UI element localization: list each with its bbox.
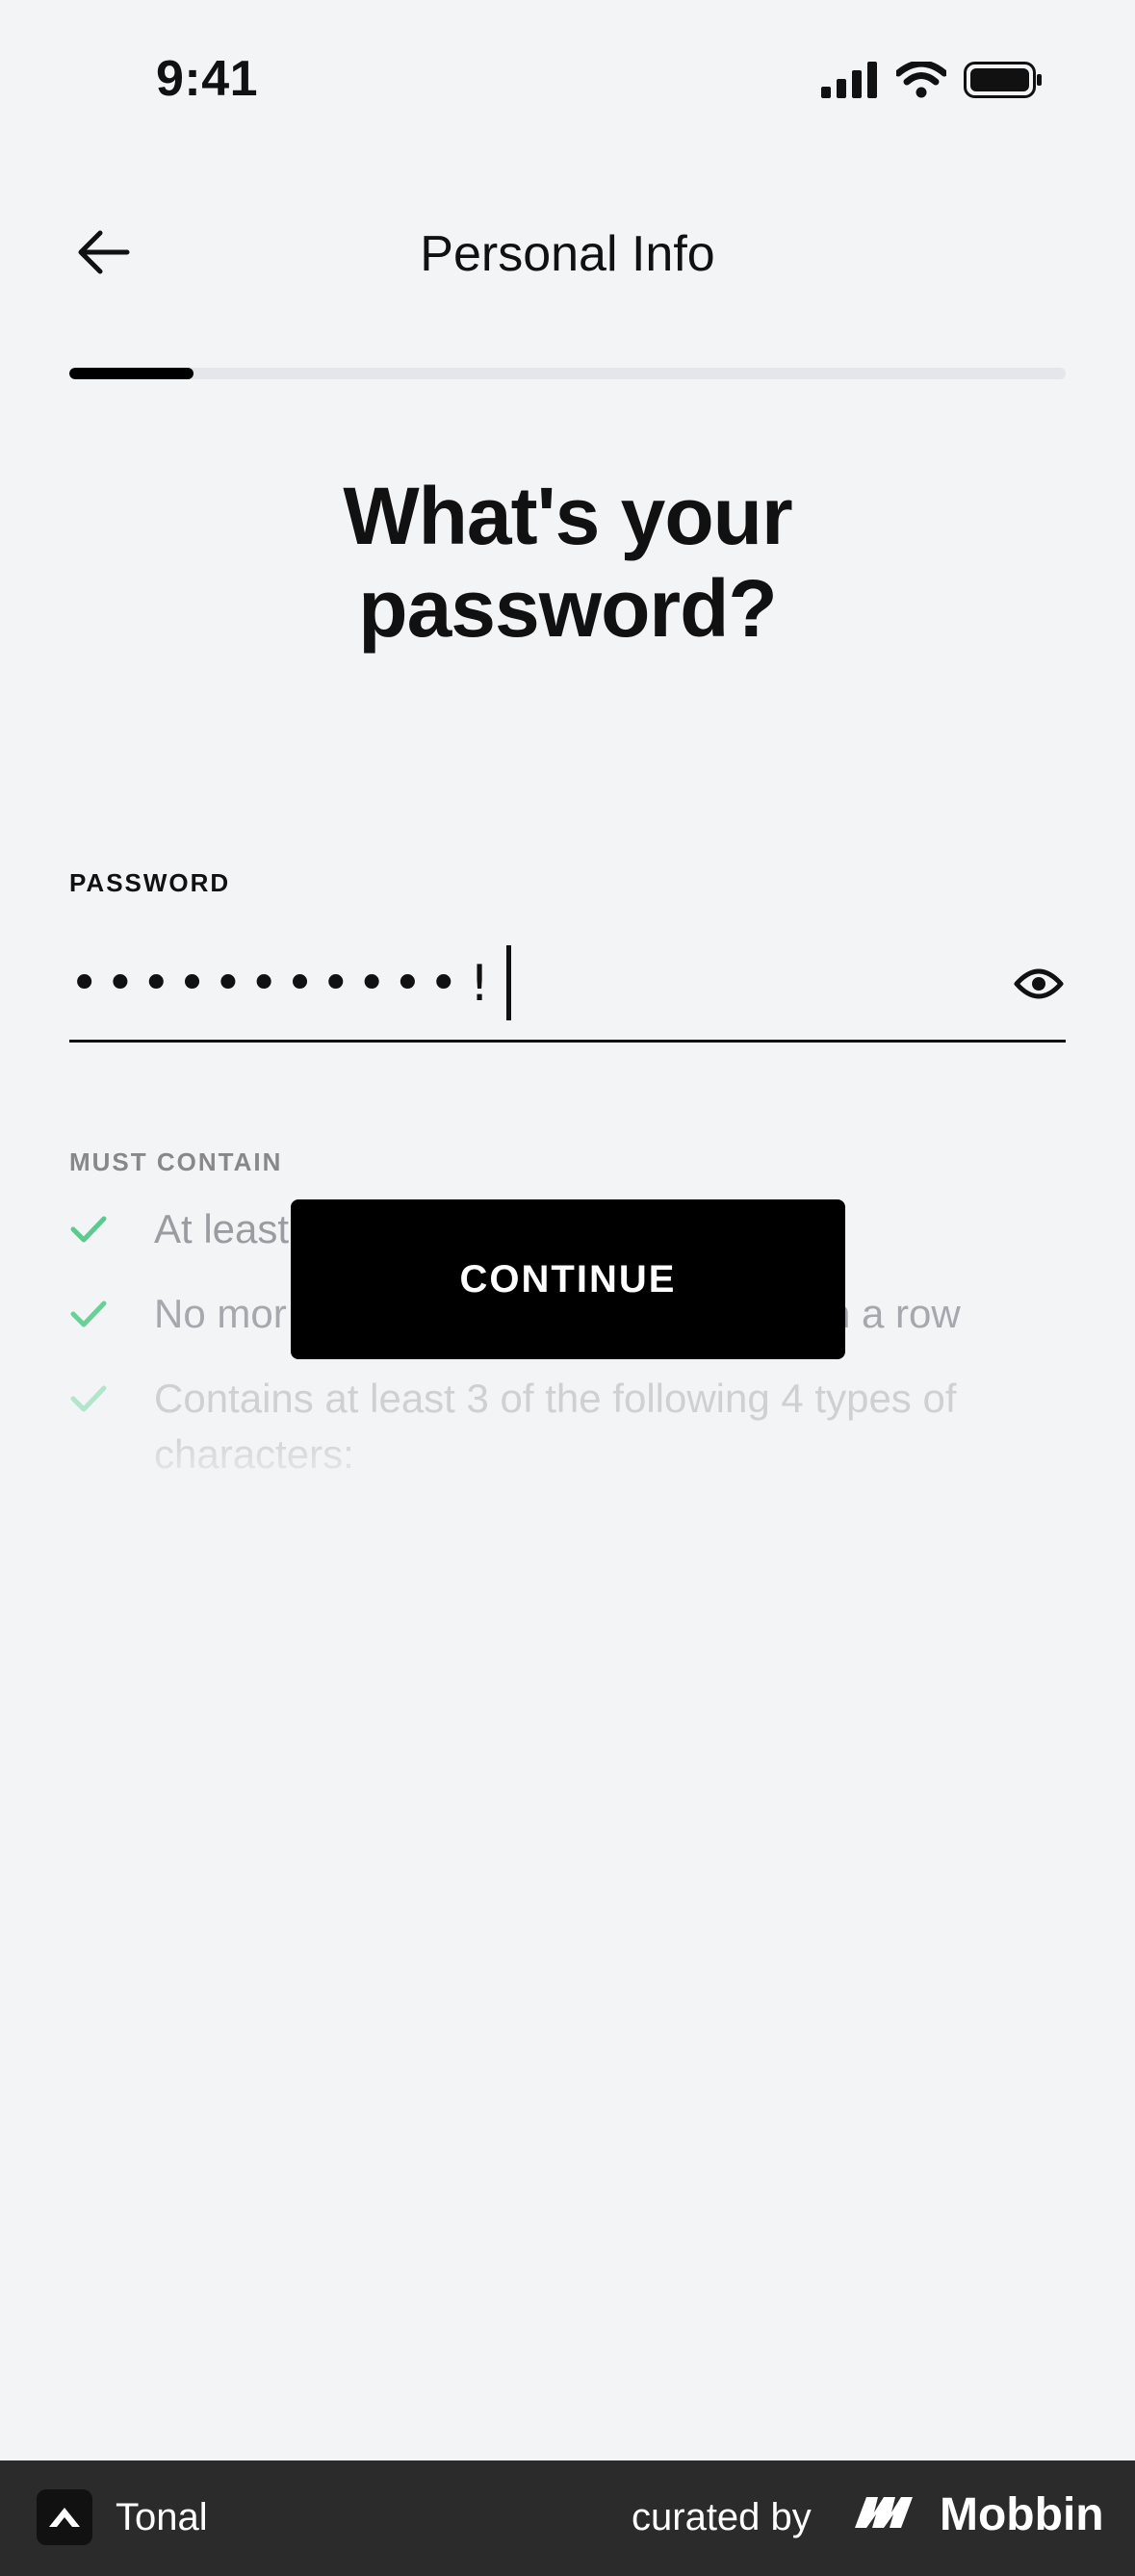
footer-brand-name: Mobbin <box>940 2489 1104 2540</box>
progress-fill <box>69 368 193 379</box>
heading-line-1: What's your <box>343 471 792 561</box>
eye-icon <box>1014 965 1064 1008</box>
requirement-text: Contains at least 3 of the following 4 t… <box>154 1376 957 1477</box>
status-icons <box>821 60 1043 103</box>
footer-brand: Mobbin <box>853 2487 1104 2543</box>
footer-app-name: Tonal <box>116 2496 208 2538</box>
page-heading: What's your password? <box>0 470 1135 655</box>
footer-curated-by: curated by <box>632 2496 812 2538</box>
back-button[interactable] <box>69 219 139 289</box>
mobbin-logo-icon <box>853 2487 930 2543</box>
password-input[interactable]: •••••••••••! <box>69 945 511 1024</box>
requirements-label: MUST CONTAIN <box>69 1147 283 1176</box>
wifi-icon <box>894 60 948 103</box>
heading-line-2: password? <box>358 563 777 654</box>
continue-button[interactable]: CONTINUE <box>291 1199 845 1359</box>
show-password-button[interactable] <box>1012 959 1066 1013</box>
requirement-text-head: No mor <box>154 1291 287 1336</box>
requirement-item: Contains at least 3 of the following 4 t… <box>69 1371 1020 1482</box>
footer-bar: Tonal curated by Mobbin <box>0 2460 1135 2576</box>
back-arrow-icon <box>77 229 131 280</box>
status-time: 9:41 <box>156 51 259 107</box>
password-label: PASSWORD <box>69 868 231 897</box>
password-masked-value: •••••••••••! <box>69 955 501 1013</box>
check-icon <box>69 1371 119 1427</box>
tonal-logo-icon <box>37 2489 92 2545</box>
progress-bar <box>69 368 1066 379</box>
password-field[interactable]: •••••••••••! <box>69 924 1066 1043</box>
signal-icon <box>821 62 879 103</box>
check-icon <box>69 1286 119 1342</box>
battery-icon <box>964 62 1043 103</box>
check-icon <box>69 1201 119 1257</box>
text-caret <box>505 945 511 1020</box>
requirement-text-tail: n a row <box>828 1291 961 1336</box>
page-title: Personal Info <box>420 226 715 282</box>
